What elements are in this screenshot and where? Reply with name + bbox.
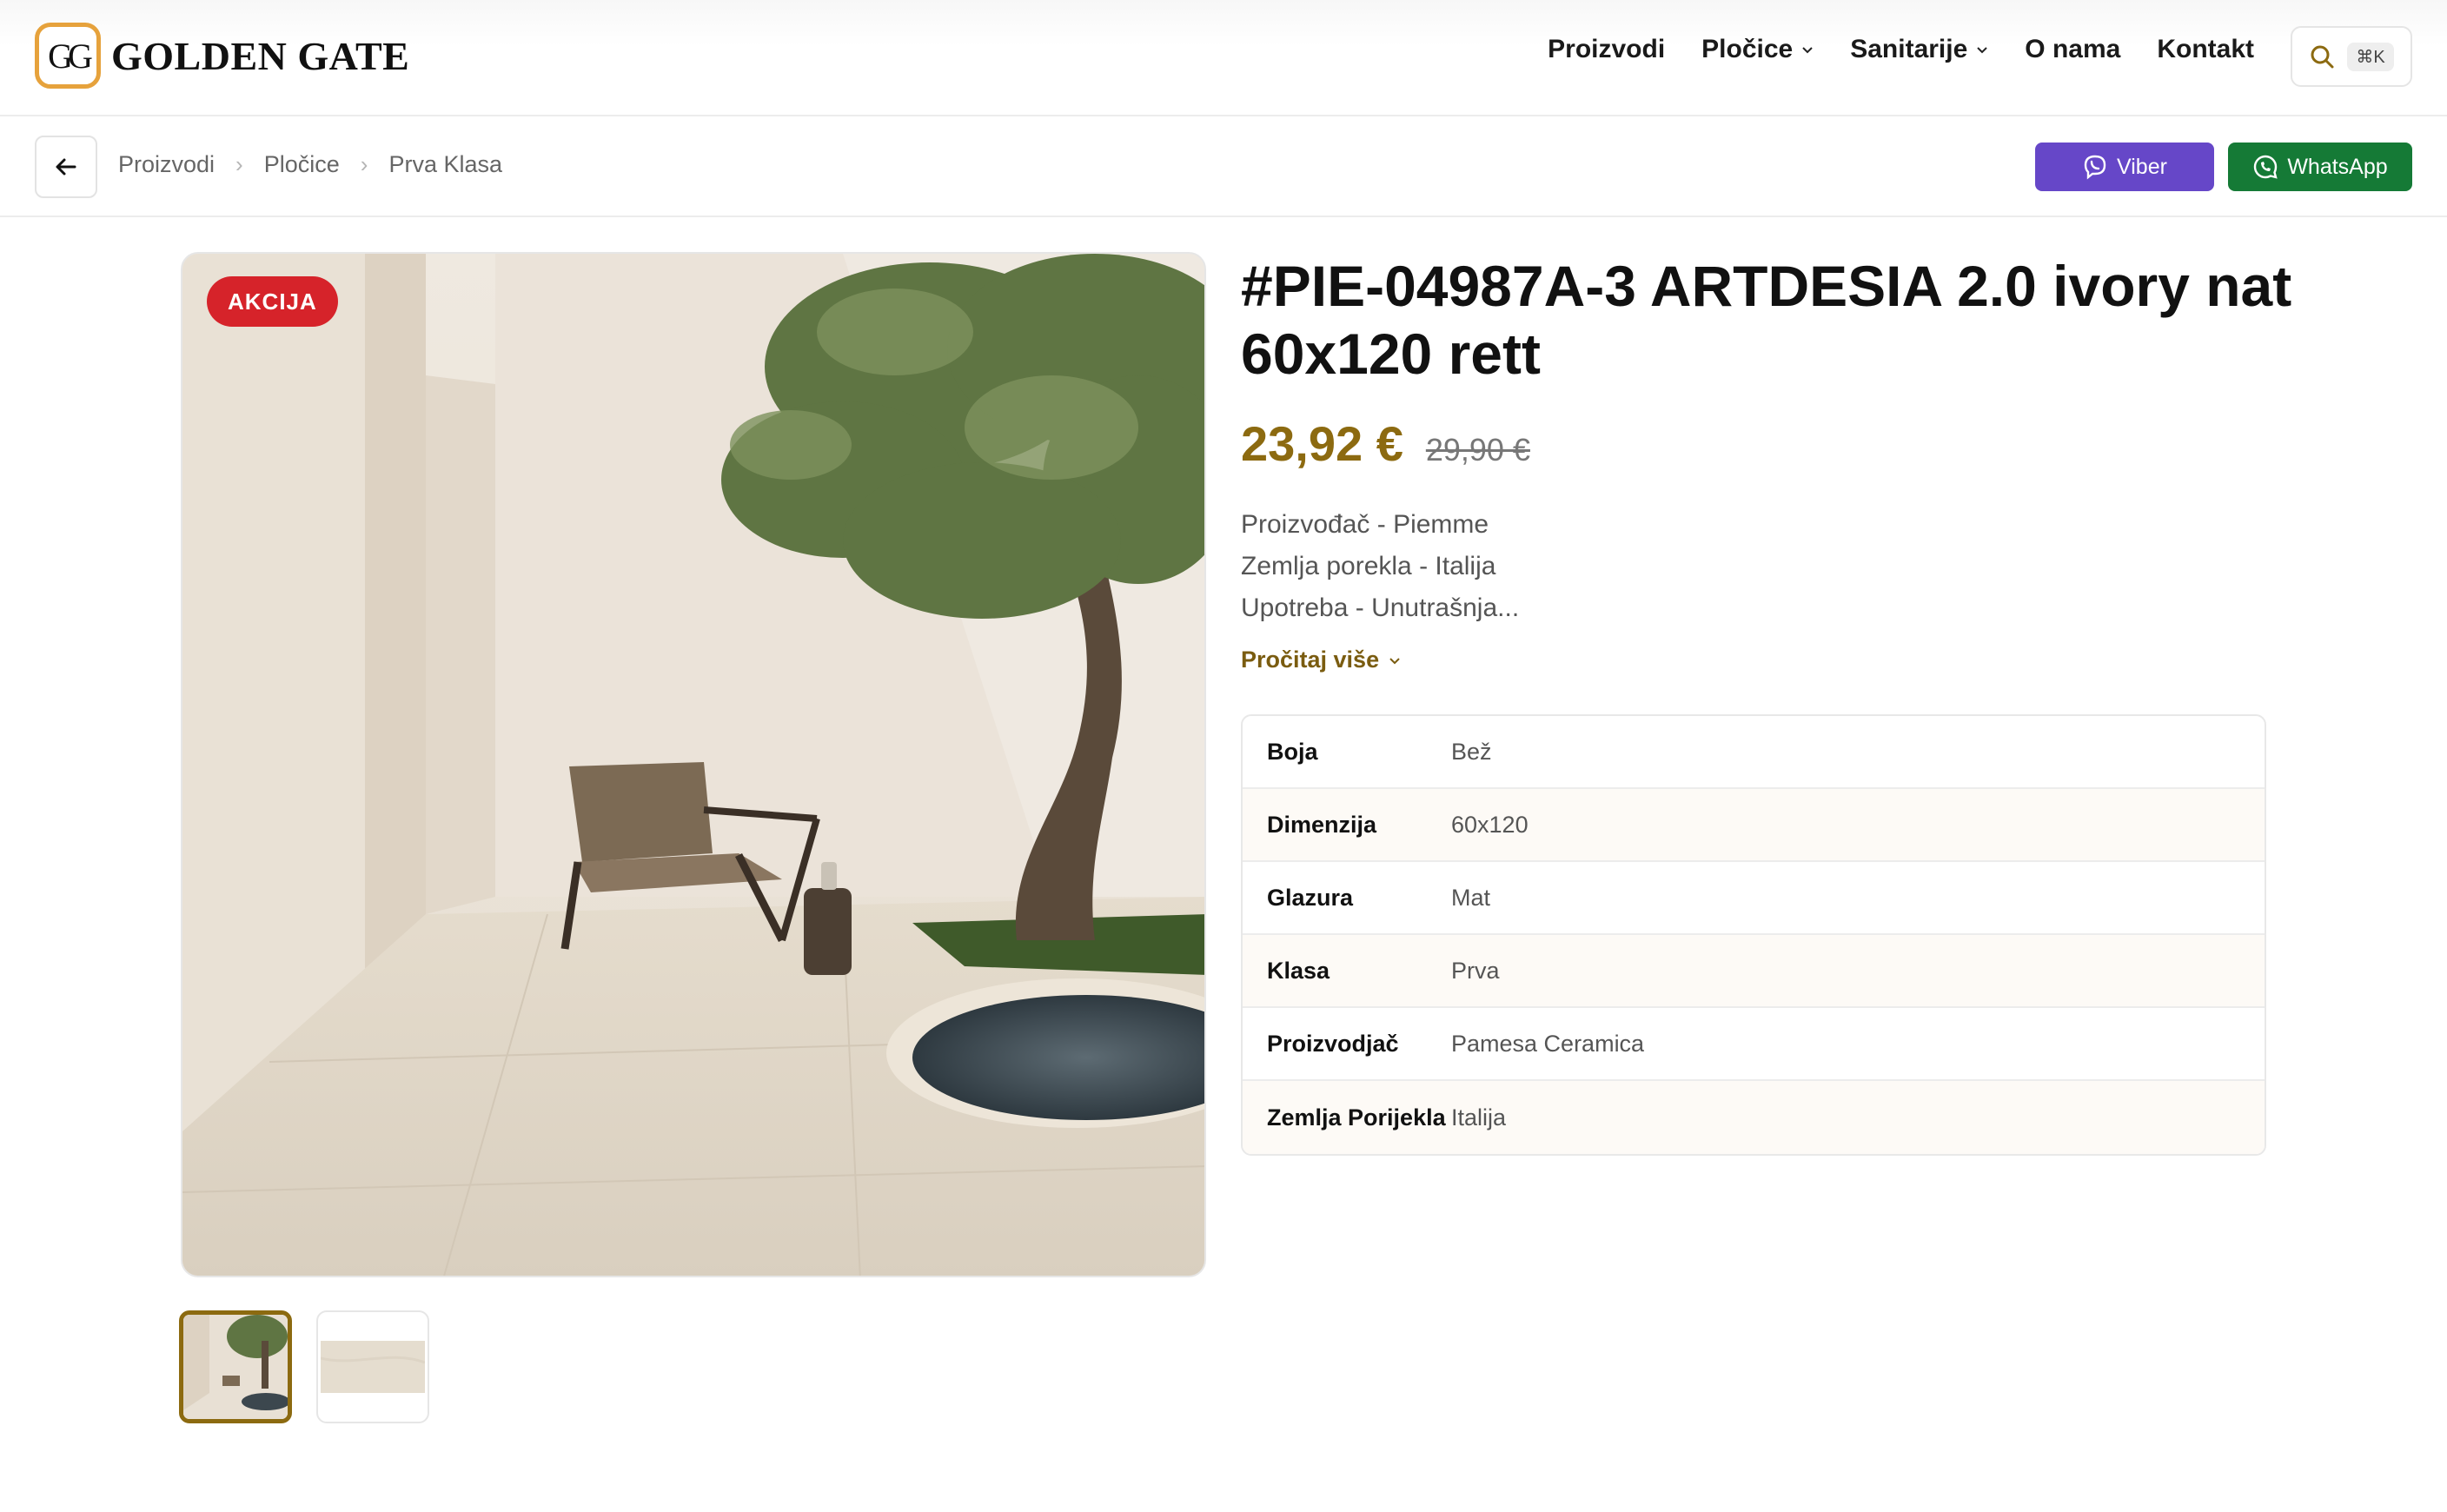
- nav-item-o-nama[interactable]: O nama: [2025, 35, 2120, 64]
- site-header: GG GOLDEN GATE Proizvodi Pločice Sanitar…: [0, 0, 2447, 116]
- search-icon: [2311, 45, 2334, 69]
- breadcrumb: Proizvodi › Pločice › Prva Klasa: [118, 151, 502, 178]
- spec-label: Klasa: [1267, 957, 1330, 984]
- nav-item-label: Kontakt: [2157, 35, 2254, 63]
- spec-value: Bež: [1451, 738, 1492, 765]
- logo[interactable]: GG GOLDEN GATE: [35, 23, 409, 89]
- description-line: Upotreba - Unutrašnja...: [1241, 594, 1520, 622]
- product-photo: [182, 254, 1204, 1276]
- read-more-button[interactable]: Pročitaj više: [1241, 647, 1402, 673]
- chevron-right-icon: ›: [360, 151, 368, 177]
- logo-monogram: GG: [48, 36, 93, 76]
- price-row: 23,92 € 29,90 €: [1241, 415, 1530, 472]
- product-main-image[interactable]: [181, 252, 1206, 1277]
- viber-icon: [2084, 155, 2106, 180]
- sale-badge: AKCIJA: [207, 276, 338, 327]
- viber-button[interactable]: Viber: [2035, 143, 2214, 191]
- spec-value: Prva: [1451, 957, 1500, 984]
- spec-row: Zemlja Porijekla Italija: [1243, 1081, 2265, 1154]
- spec-label: Zemlja Porijekla: [1267, 1104, 1446, 1131]
- whatsapp-label: WhatsApp: [2287, 154, 2388, 179]
- spec-row: Klasa Prva: [1243, 935, 2265, 1008]
- thumbnail-image: [321, 1341, 425, 1393]
- arrow-left-icon: [56, 158, 76, 176]
- logo-text: GOLDEN GATE: [111, 33, 410, 78]
- logo-mark: GG: [35, 23, 101, 89]
- breadcrumb-item[interactable]: Prva Klasa: [388, 151, 502, 178]
- chevron-right-icon: ›: [235, 151, 243, 177]
- nav-item-plocice[interactable]: Pločice: [1701, 35, 1814, 64]
- viber-label: Viber: [2117, 154, 2167, 179]
- spec-value: 60x120: [1451, 811, 1529, 838]
- breadcrumb-bar: Proizvodi › Pločice › Prva Klasa Viber W…: [0, 116, 2447, 217]
- breadcrumb-item[interactable]: Pločice: [264, 151, 340, 178]
- contact-buttons: Viber WhatsApp: [2035, 143, 2412, 191]
- chevron-down-icon: [1389, 657, 1400, 664]
- current-price: 23,92 €: [1241, 416, 1403, 471]
- thumbnail-1[interactable]: [179, 1310, 292, 1423]
- nav-item-label: Sanitarije: [1850, 35, 1968, 63]
- product-title: #PIE-04987A-3 ARTDESIA 2.0 ivory nat 60x…: [1241, 254, 2292, 386]
- spec-label: Boja: [1267, 738, 1318, 765]
- nav-item-kontakt[interactable]: Kontakt: [2157, 35, 2254, 64]
- spec-label: Glazura: [1267, 884, 1354, 911]
- nav-item-label: Pločice: [1701, 35, 1794, 63]
- spec-value: Mat: [1451, 884, 1491, 911]
- thumbnail-image: [183, 1315, 288, 1419]
- read-more-label: Pročitaj više: [1241, 647, 1380, 673]
- nav-item-label: O nama: [2025, 35, 2121, 63]
- spec-table: Boja Bež Dimenzija 60x120 Glazura Mat Kl…: [1241, 714, 2266, 1156]
- whatsapp-button[interactable]: WhatsApp: [2228, 143, 2412, 191]
- chevron-down-icon: [1977, 47, 1987, 54]
- spec-row: Dimenzija 60x120: [1243, 789, 2265, 862]
- description-line: Proizvođač - Piemme: [1241, 510, 1489, 539]
- spec-label: Proizvodjač: [1267, 1030, 1399, 1057]
- nav-item-label: Proizvodi: [1548, 35, 1666, 63]
- search-shortcut: ⌘K: [2347, 42, 2394, 71]
- description-line: Zemlja porekla - Italija: [1241, 552, 1496, 580]
- spec-row: Glazura Mat: [1243, 862, 2265, 935]
- search-button[interactable]: ⌘K: [2291, 26, 2412, 87]
- chevron-down-icon: [1802, 47, 1813, 54]
- product-description: Proizvođač - Piemme Zemlja porekla - Ita…: [1241, 504, 1519, 629]
- breadcrumb-item[interactable]: Proizvodi: [118, 151, 215, 178]
- main-nav: Proizvodi Pločice Sanitarije O nama Kont…: [1548, 35, 2254, 64]
- old-price: 29,90 €: [1425, 432, 1530, 468]
- spec-row: Boja Bež: [1243, 716, 2265, 789]
- nav-item-proizvodi[interactable]: Proizvodi: [1548, 35, 1665, 64]
- thumbnail-2[interactable]: [316, 1310, 429, 1423]
- spec-label: Dimenzija: [1267, 811, 1377, 838]
- nav-item-sanitarije[interactable]: Sanitarije: [1850, 35, 1988, 64]
- spec-value: Pamesa Ceramica: [1451, 1030, 1645, 1057]
- back-button[interactable]: [35, 136, 97, 198]
- spec-value: Italija: [1451, 1104, 1507, 1131]
- whatsapp-icon: [2254, 155, 2278, 179]
- spec-row: Proizvodjač Pamesa Ceramica: [1243, 1008, 2265, 1081]
- thumbnail-strip: [179, 1310, 429, 1423]
